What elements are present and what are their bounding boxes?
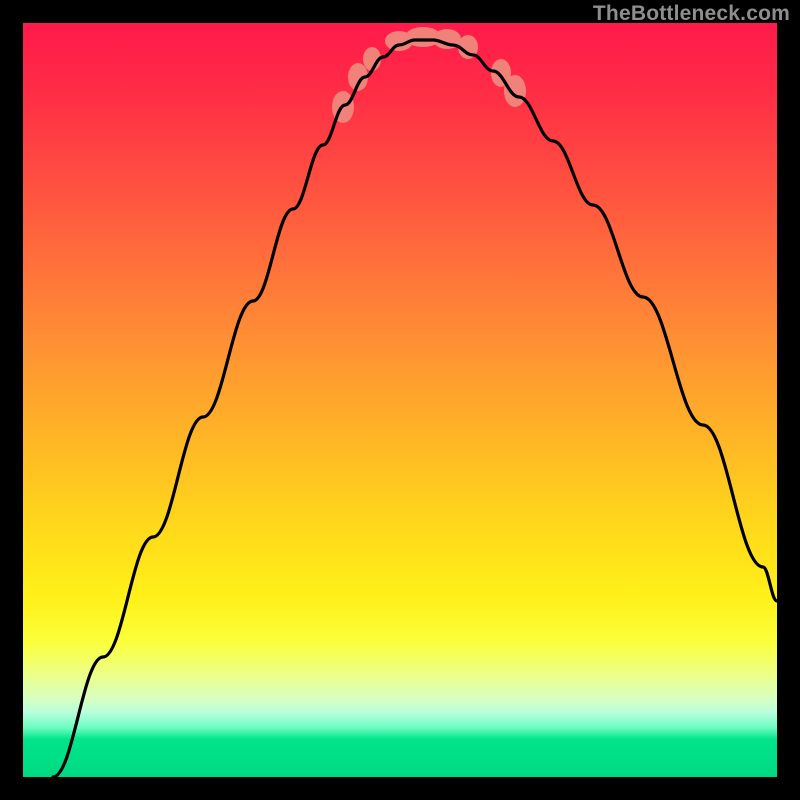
watermark-text: TheBottleneck.com [593,2,790,26]
plot-area [23,23,777,777]
chart-svg [23,23,777,777]
bottleneck-curve [53,40,777,777]
outer-black-frame: TheBottleneck.com [0,0,800,800]
marker-point [504,75,526,107]
